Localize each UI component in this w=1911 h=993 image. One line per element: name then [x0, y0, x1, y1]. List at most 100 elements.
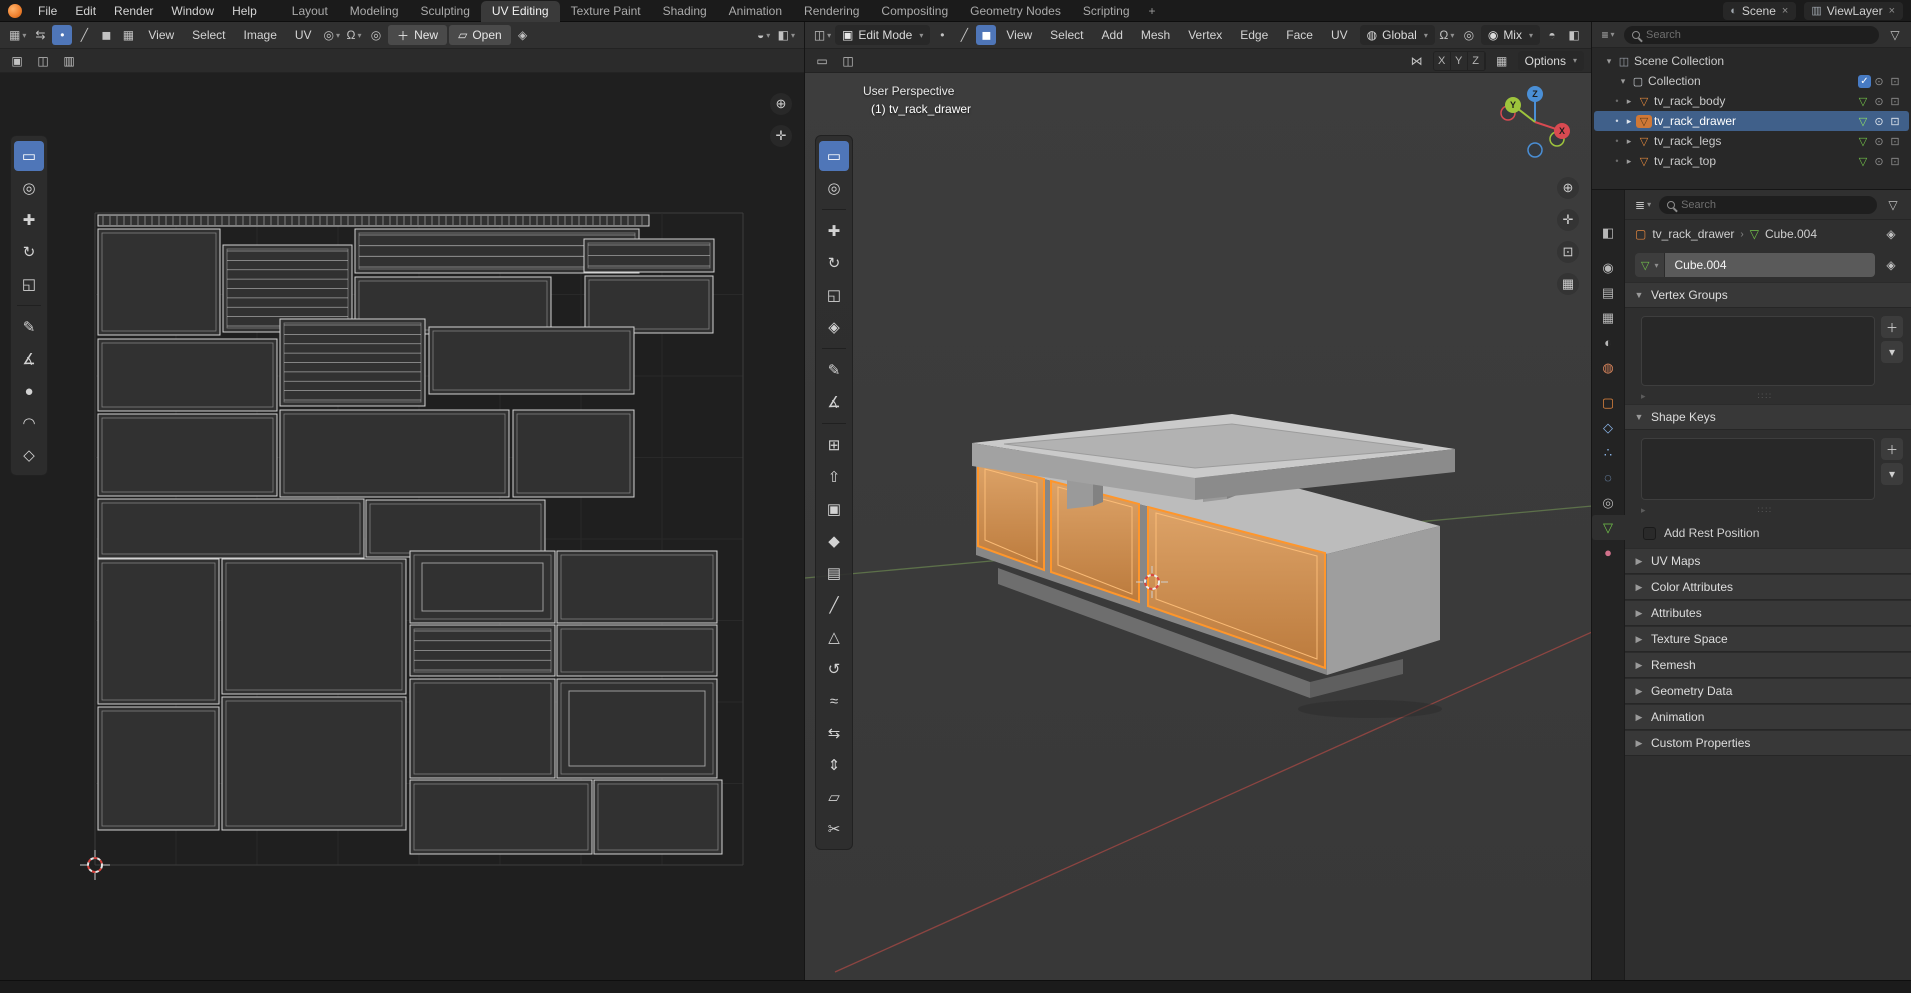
vp-menu-add[interactable]: Add — [1094, 26, 1131, 44]
menu-edit[interactable]: Edit — [67, 2, 104, 20]
uv-island[interactable] — [98, 559, 219, 704]
outliner-row-tv-rack-drawer[interactable]: • ▸ ▽ tv_rack_drawer ▽ ⊙ ⊡ — [1594, 111, 1909, 131]
menu-render[interactable]: Render — [106, 2, 161, 20]
uv-island[interactable] — [410, 679, 555, 778]
uv-island[interactable] — [366, 500, 545, 557]
uv-select-face-button[interactable]: ◼ — [96, 25, 116, 45]
transform-orientation-dropdown[interactable]: ◍ Global ▾ — [1360, 25, 1435, 45]
list-resize-grip[interactable]: ∷∷ — [1646, 391, 1885, 402]
properties-tab-world[interactable]: ◍ — [1592, 355, 1625, 380]
panel-header-geometry-data[interactable]: ▶ Geometry Data — [1625, 678, 1911, 704]
disable-render-icon[interactable]: ⊡ — [1887, 155, 1903, 168]
uv-island[interactable] — [557, 625, 717, 676]
uv-tool-icon-2[interactable]: ◫ — [33, 51, 53, 71]
outliner-search-input[interactable] — [1646, 29, 1871, 41]
outliner-row-tv-rack-body[interactable]: • ▸ ▽ tv_rack_body ▽ ⊙ ⊡ — [1594, 91, 1909, 111]
properties-tab-scene[interactable]: ◐ — [1592, 330, 1625, 355]
outliner-editor-type-button[interactable]: ≡▾ — [1598, 25, 1618, 45]
toggle-perspective-icon[interactable]: ▦ — [1557, 273, 1579, 295]
uv-island[interactable] — [557, 679, 717, 778]
tool-inset-faces[interactable]: ▣ — [819, 494, 849, 524]
tool-knife[interactable]: ╱ — [819, 590, 849, 620]
add-vertex-group-button[interactable]: ＋ — [1881, 316, 1903, 338]
disable-render-icon[interactable]: ⊡ — [1887, 95, 1903, 108]
zoom-icon[interactable]: ⊕ — [1557, 177, 1579, 199]
outliner-row-tv-rack-top[interactable]: • ▸ ▽ tv_rack_top ▽ ⊙ ⊡ — [1594, 151, 1909, 171]
tool-cursor[interactable]: ◎ — [819, 173, 849, 203]
outliner-row-scene-collection[interactable]: ▾ ◫ Scene Collection — [1594, 51, 1909, 71]
menu-window[interactable]: Window — [163, 2, 222, 20]
uv-island[interactable] — [513, 410, 634, 497]
uv-select-vertex-button[interactable]: • — [52, 25, 72, 45]
vp-menu-uv[interactable]: UV — [1323, 26, 1356, 44]
properties-tab-constraints[interactable]: ◎ — [1592, 490, 1625, 515]
tool-measure[interactable]: ∡ — [14, 344, 44, 374]
uv-menu-uv[interactable]: UV — [287, 26, 320, 44]
properties-tab-physics[interactable]: ◌ — [1592, 465, 1625, 490]
tool-shrink-flatten[interactable]: ⇕ — [819, 750, 849, 780]
viewport-canvas[interactable]: User Perspective (1) tv_rack_drawer Z X … — [805, 73, 1591, 980]
face-mode-button[interactable]: ◼ — [976, 25, 996, 45]
uv-island[interactable] — [429, 327, 634, 394]
uv-island[interactable] — [98, 499, 364, 558]
panel-header-animation[interactable]: ▶ Animation — [1625, 704, 1911, 730]
uv-island[interactable] — [280, 319, 425, 406]
uv-island[interactable] — [280, 410, 509, 497]
properties-tab-object[interactable]: ▢ — [1592, 390, 1625, 415]
hide-eye-icon[interactable]: ⊙ — [1871, 95, 1887, 108]
vp-menu-select[interactable]: Select — [1042, 26, 1091, 44]
tool-rotate[interactable]: ↻ — [14, 237, 44, 267]
tab-scripting[interactable]: Scripting — [1072, 1, 1141, 22]
panel-header-remesh[interactable]: ▶ Remesh — [1625, 652, 1911, 678]
breadcrumb-data-name[interactable]: Cube.004 — [1765, 227, 1817, 241]
uv-select-island-button[interactable]: ▦ — [118, 25, 138, 45]
uv-overlays-button[interactable]: ◧▾ — [776, 25, 797, 45]
tool-rip-region[interactable]: ✂ — [819, 814, 849, 844]
add-workspace-button[interactable]: + — [1141, 1, 1164, 22]
tool-shear[interactable]: ▱ — [819, 782, 849, 812]
properties-tab-data[interactable]: ▽ — [1592, 515, 1625, 540]
tool-scale[interactable]: ◱ — [819, 280, 849, 310]
shape-keys-list[interactable] — [1641, 438, 1875, 500]
vp-menu-view[interactable]: View — [998, 26, 1040, 44]
snapping-button[interactable]: Ω▾ — [344, 25, 364, 45]
uv-island[interactable] — [557, 551, 717, 623]
outliner-filter-icon[interactable]: ▽ — [1885, 25, 1905, 45]
mirror-z-toggle[interactable]: Z — [1468, 52, 1485, 70]
disable-render-icon[interactable]: ⊡ — [1887, 135, 1903, 148]
uv-menu-image[interactable]: Image — [236, 26, 285, 44]
mirror-y-toggle[interactable]: Y — [1451, 52, 1468, 70]
blender-logo-icon[interactable] — [8, 4, 22, 18]
vertex-groups-list[interactable] — [1641, 316, 1875, 386]
tool-relax[interactable]: ◠ — [14, 408, 44, 438]
properties-search-input[interactable] — [1681, 199, 1869, 211]
overlays-icon[interactable]: ◓ — [1542, 25, 1562, 45]
uv-island[interactable] — [410, 780, 592, 854]
tab-shading[interactable]: Shading — [652, 1, 718, 22]
options-dropdown[interactable]: Options ▾ — [1518, 51, 1584, 71]
tab-texture-paint[interactable]: Texture Paint — [560, 1, 652, 22]
proportional-editing-icon[interactable]: ◎ — [1459, 25, 1479, 45]
tool-pinch[interactable]: ◇ — [14, 440, 44, 470]
add-rest-position-checkbox[interactable]: ✓ — [1643, 527, 1656, 540]
vp-menu-edge[interactable]: Edge — [1232, 26, 1276, 44]
vertex-group-specials-button[interactable]: ▾ — [1881, 341, 1903, 363]
breadcrumb-object-name[interactable]: tv_rack_drawer — [1652, 227, 1734, 241]
hide-eye-icon[interactable]: ⊙ — [1871, 115, 1887, 128]
disclosure-triangle-icon[interactable]: ▸ — [1622, 116, 1636, 127]
uv-island[interactable] — [98, 414, 277, 496]
tab-rendering[interactable]: Rendering — [793, 1, 870, 22]
list-resize-grip[interactable]: ∷∷ — [1646, 505, 1885, 516]
viewlayer-selector[interactable]: ▥ ViewLayer × — [1804, 2, 1903, 20]
uv-island[interactable] — [585, 276, 713, 333]
viewport-editor-type-button[interactable]: ◫▾ — [812, 25, 833, 45]
tool-annotate[interactable]: ✎ — [819, 355, 849, 385]
uv-island[interactable] — [98, 215, 649, 226]
navigation-gizmo[interactable]: Z X Y — [1490, 77, 1580, 167]
hide-eye-icon[interactable]: ⊙ — [1871, 135, 1887, 148]
panel-header-uv-maps[interactable]: ▶ UV Maps — [1625, 548, 1911, 574]
tool-rotate[interactable]: ↻ — [819, 248, 849, 278]
tool-bevel[interactable]: ◆ — [819, 526, 849, 556]
disable-render-icon[interactable]: ⊡ — [1887, 75, 1903, 88]
disable-render-icon[interactable]: ⊡ — [1887, 115, 1903, 128]
